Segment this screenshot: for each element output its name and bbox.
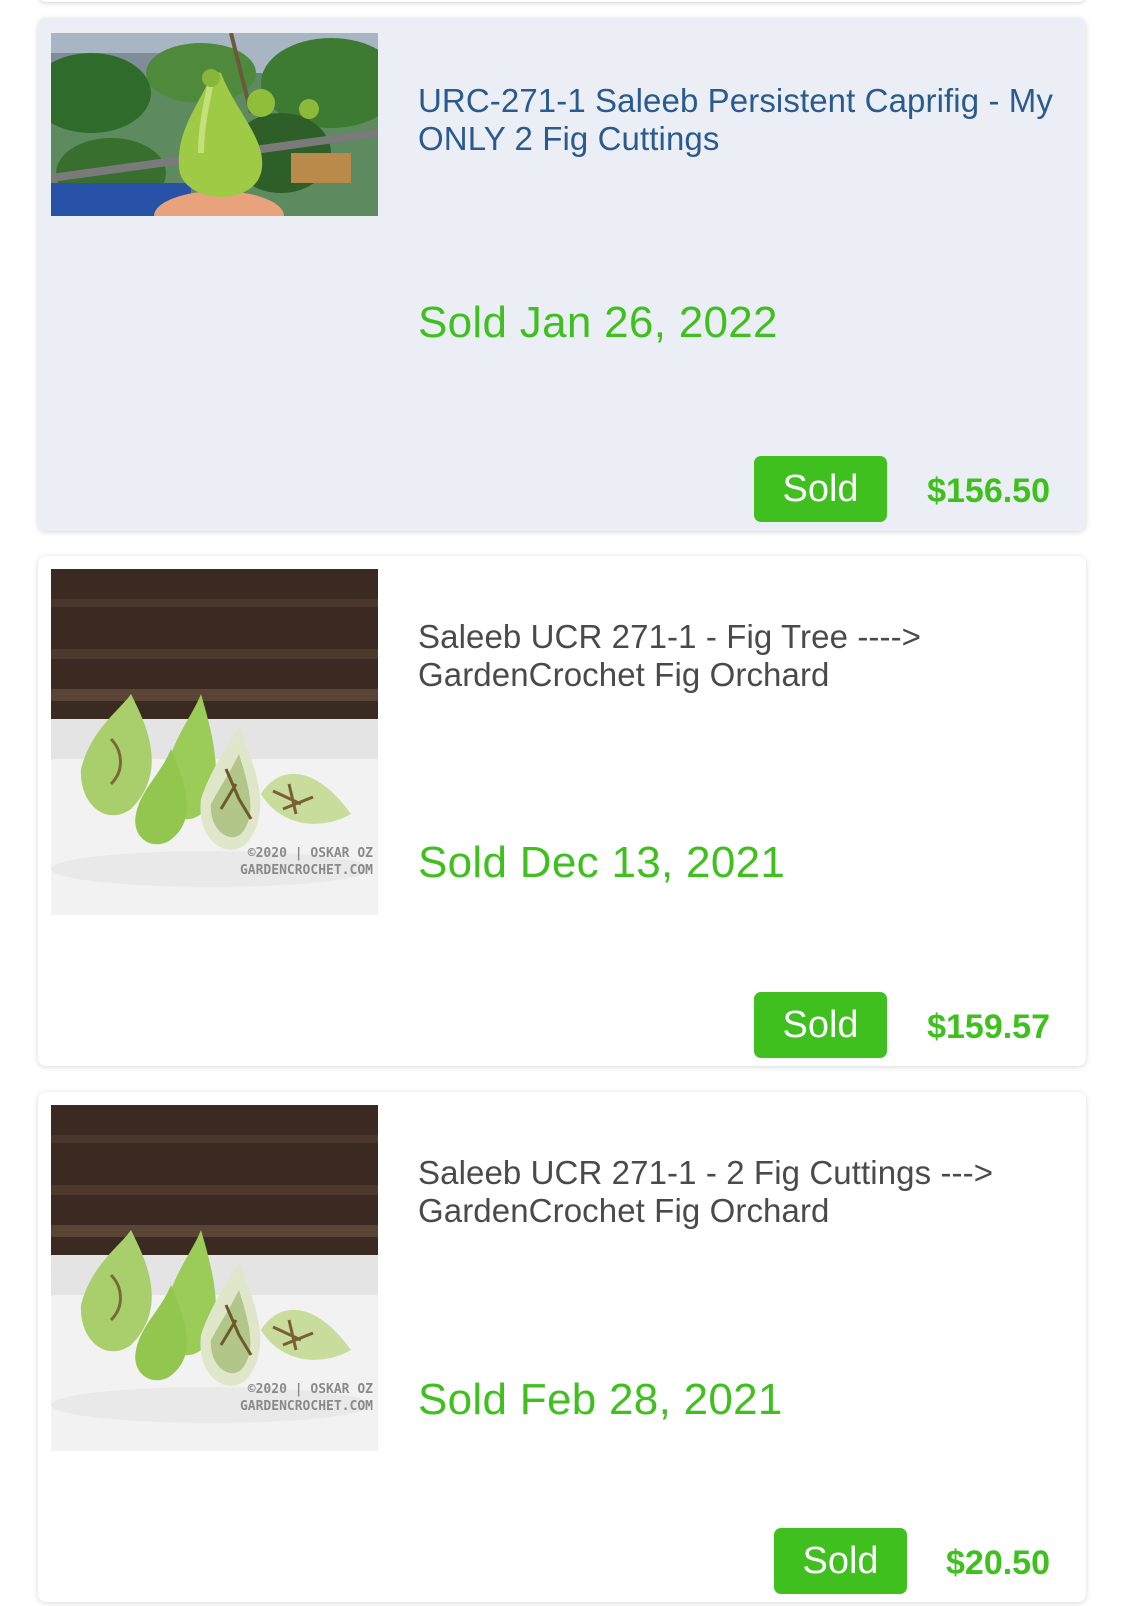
- sold-date: Sold Jan 26, 2022: [418, 298, 778, 347]
- listing-card[interactable]: ©2020 | OSKAR OZ GARDENCROCHET.COM Salee…: [38, 1092, 1086, 1602]
- watermark-line-2: GARDENCROCHET.COM: [240, 863, 373, 878]
- fig-on-tree-photo-icon: [51, 33, 378, 216]
- sold-date: Sold Feb 28, 2021: [418, 1375, 783, 1424]
- sold-status-badge: Sold: [774, 1528, 907, 1594]
- sold-price: $159.57: [927, 1008, 1050, 1046]
- watermark-line-2: GARDENCROCHET.COM: [240, 1399, 373, 1414]
- listing-title[interactable]: Saleeb UCR 271-1 - Fig Tree ----> Garden…: [418, 618, 1058, 694]
- listing-thumbnail[interactable]: ©2020 | OSKAR OZ GARDENCROCHET.COM: [51, 1105, 378, 1451]
- listing-card[interactable]: ©2020 | OSKAR OZ GARDENCROCHET.COM Salee…: [38, 556, 1086, 1066]
- listing-thumbnail[interactable]: [51, 33, 378, 216]
- sold-status-badge: Sold: [754, 992, 887, 1058]
- sold-date: Sold Dec 13, 2021: [418, 838, 786, 887]
- listing-title-link[interactable]: URC-271-1 Saleeb Persistent Caprifig - M…: [418, 82, 1058, 158]
- watermark-line-1: ©2020 | OSKAR OZ: [248, 846, 373, 861]
- previous-card-edge: [38, 0, 1086, 2]
- listing-thumbnail[interactable]: ©2020 | OSKAR OZ GARDENCROCHET.COM: [51, 569, 378, 915]
- listing-title[interactable]: Saleeb UCR 271-1 - 2 Fig Cuttings ---> G…: [418, 1154, 1058, 1230]
- listing-card[interactable]: URC-271-1 Saleeb Persistent Caprifig - M…: [38, 18, 1086, 531]
- sold-price: $20.50: [946, 1544, 1050, 1582]
- watermark-line-1: ©2020 | OSKAR OZ: [248, 1382, 373, 1397]
- sold-status-badge: Sold: [754, 456, 887, 522]
- sold-price: $156.50: [927, 472, 1050, 510]
- cut-figs-photo-icon: ©2020 | OSKAR OZ GARDENCROCHET.COM: [51, 569, 378, 915]
- cut-figs-photo-icon: ©2020 | OSKAR OZ GARDENCROCHET.COM: [51, 1105, 378, 1451]
